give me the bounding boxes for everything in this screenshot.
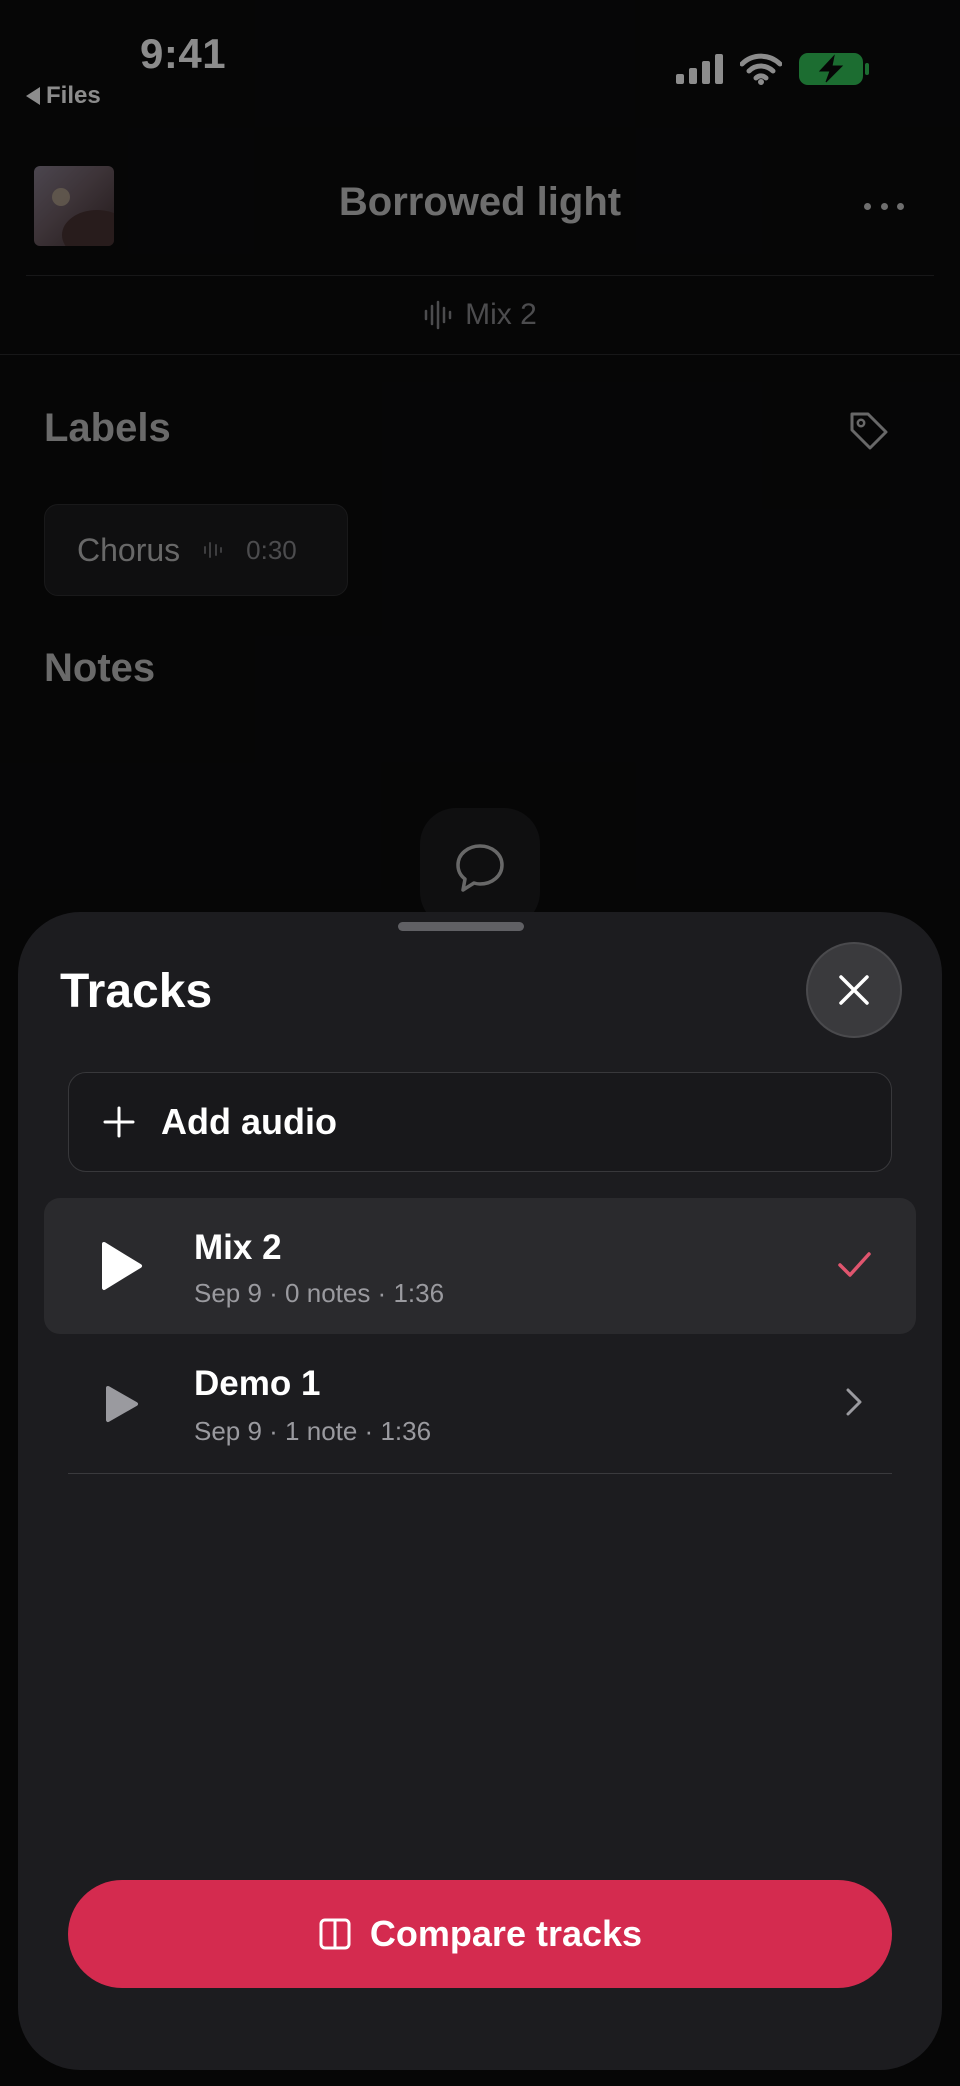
track-meta: Sep 9 · 1 note · 1:36 <box>194 1416 432 1446</box>
add-audio-label: Add audio <box>161 1101 337 1142</box>
chevron-right-icon <box>846 1388 862 1416</box>
status-icons <box>676 52 870 86</box>
header-divider <box>26 275 934 276</box>
more-dot <box>897 202 904 210</box>
back-to-files-button[interactable]: Files <box>26 82 101 110</box>
plus-icon <box>103 1106 135 1138</box>
label-chip-name: Chorus <box>77 531 181 568</box>
more-dot <box>880 202 888 210</box>
header-divider <box>0 354 960 355</box>
compare-tracks-label: Compare tracks <box>369 1913 643 1954</box>
back-arrow-icon <box>26 87 40 105</box>
play-icon[interactable] <box>92 1238 148 1294</box>
cellular-signal-icon <box>676 54 723 84</box>
back-files-label: Files <box>46 82 101 109</box>
more-dot <box>864 202 871 210</box>
play-icon[interactable] <box>92 1376 148 1432</box>
comment-bubble-icon <box>456 844 504 892</box>
track-meta: Sep 9 · 0 notes · 1:36 <box>194 1278 445 1308</box>
close-icon <box>839 975 869 1005</box>
more-options-button[interactable] <box>864 196 904 216</box>
label-chip-time: 0:30 <box>246 534 297 565</box>
tag-icon[interactable] <box>846 408 890 452</box>
split-view-icon <box>319 1918 351 1950</box>
checkmark-icon <box>838 1252 871 1277</box>
album-artwork[interactable] <box>34 166 114 246</box>
track-row-mix-2[interactable]: Mix 2 Sep 9 · 0 notes · 1:36 <box>44 1198 916 1334</box>
track-name: Mix 2 <box>194 1228 282 1267</box>
add-note-button[interactable] <box>420 808 540 928</box>
labels-heading: Labels <box>44 406 171 450</box>
waveform-icon <box>424 300 452 330</box>
close-button[interactable] <box>806 942 902 1038</box>
row-divider <box>68 1473 892 1474</box>
label-chip-chorus[interactable]: Chorus 0:30 <box>44 504 348 596</box>
notes-heading: Notes <box>44 646 156 690</box>
sheet-grabber[interactable] <box>398 922 524 931</box>
sheet-title: Tracks <box>60 965 213 1018</box>
track-row-demo-1[interactable]: Demo 1 Sep 9 · 1 note · 1:36 <box>44 1336 916 1472</box>
compare-tracks-button[interactable]: Compare tracks <box>68 1880 892 1988</box>
track-name: Demo 1 <box>194 1364 321 1403</box>
status-time: 9:41 <box>140 30 227 77</box>
song-title[interactable]: Borrowed light <box>200 180 760 225</box>
battery-charging-icon <box>799 53 869 85</box>
current-mix-label: Mix 2 <box>465 298 537 331</box>
add-audio-button[interactable]: Add audio <box>68 1072 892 1172</box>
waveform-icon <box>204 542 223 558</box>
current-mix-indicator[interactable]: Mix 2 <box>0 298 960 332</box>
wifi-icon <box>740 53 782 85</box>
